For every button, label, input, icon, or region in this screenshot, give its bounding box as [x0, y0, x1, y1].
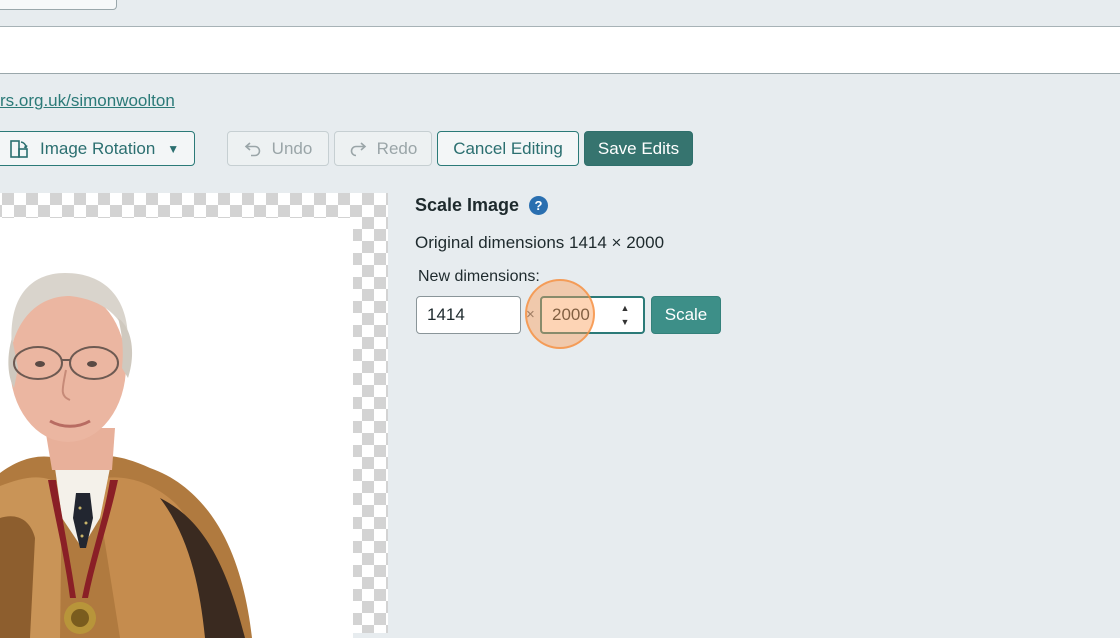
author-url-link[interactable]: rs.org.uk/simonwoolton [0, 91, 175, 111]
scale-button[interactable]: Scale [651, 296, 721, 334]
image-rotation-dropdown[interactable]: Image Rotation ▼ [0, 131, 195, 166]
scale-image-heading: Scale Image [415, 195, 520, 215]
undo-button[interactable]: Undo [227, 131, 329, 166]
undo-arrow-icon [244, 141, 260, 156]
times-sign: × [526, 306, 535, 323]
cancel-editing-button[interactable]: Cancel Editing [437, 131, 579, 166]
image-preview [0, 218, 353, 638]
new-dimensions-label: New dimensions: [418, 268, 540, 285]
redo-arrow-icon [350, 141, 366, 156]
width-input[interactable] [416, 296, 521, 334]
image-canvas-transparency [0, 193, 388, 638]
redo-label: Redo [376, 138, 418, 158]
height-stepper[interactable]: ▲ ▼ [617, 301, 633, 329]
title-bar [0, 27, 1120, 74]
original-dimensions-text: Original dimensions 1414 × 2000 [415, 233, 665, 252]
caret-down-icon: ▼ [167, 141, 180, 156]
redo-button[interactable]: Redo [334, 131, 432, 166]
save-edits-button[interactable]: Save Edits [584, 131, 693, 166]
top-stub-button[interactable] [0, 0, 117, 10]
stepper-down-icon[interactable]: ▼ [617, 315, 633, 329]
help-icon[interactable]: ? [529, 196, 548, 215]
portrait-image [0, 273, 252, 638]
image-rotation-icon [10, 139, 28, 158]
image-rotation-label: Image Rotation [40, 138, 156, 158]
stepper-up-icon[interactable]: ▲ [617, 301, 633, 315]
undo-label: Undo [271, 138, 313, 158]
